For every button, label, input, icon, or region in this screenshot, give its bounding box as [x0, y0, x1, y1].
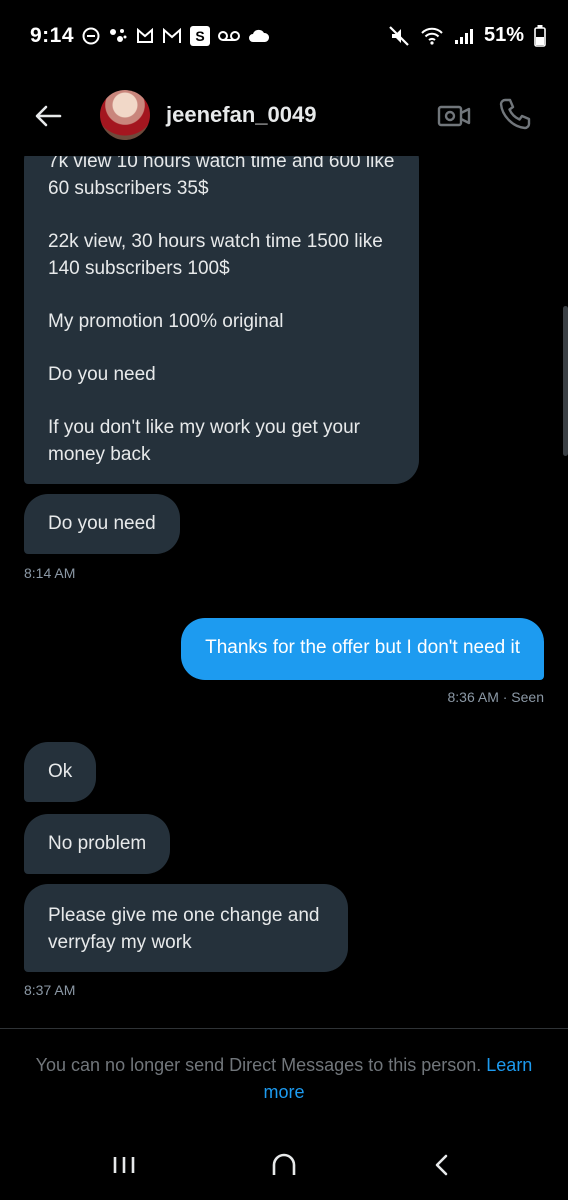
incoming-message[interactable]: 7k view 10 hours watch time and 600 like… [24, 156, 419, 484]
voicemail-icon [218, 30, 241, 42]
status-bar: 9:14 S 51% [0, 0, 568, 76]
home-icon [272, 1153, 296, 1175]
chevron-left-icon [435, 1154, 448, 1176]
assistant-icon [108, 27, 128, 45]
message-text: Please give me one change and verryfay m… [48, 905, 320, 953]
message-list[interactable]: 7k view 10 hours watch time and 600 like… [0, 156, 568, 1026]
message-timestamp: 8:36 AM · Seen [447, 689, 544, 705]
message-text: My promotion 100% original [48, 311, 284, 332]
battery-percent: 51% [483, 24, 524, 46]
message-text: If you don't like my work you get your m… [48, 417, 360, 465]
notice-text: You can no longer send Direct Messages t… [35, 1055, 482, 1075]
message-timestamp: 8:14 AM [24, 565, 76, 581]
message-text: No problem [48, 833, 147, 854]
back-nav-button[interactable] [422, 1148, 462, 1182]
incoming-message[interactable]: No problem [24, 814, 171, 874]
incoming-message[interactable]: Ok [24, 742, 97, 802]
navigation-bar [0, 1130, 568, 1200]
back-button[interactable] [30, 98, 66, 134]
avatar[interactable] [100, 90, 150, 140]
battery-icon [534, 24, 546, 47]
username[interactable]: jeenefan_0049 [166, 102, 316, 128]
mute-icon [388, 25, 410, 47]
message-text: Do you need [48, 513, 156, 534]
recent-apps-icon [113, 1157, 135, 1173]
video-call-button[interactable] [436, 98, 472, 134]
cloud-icon [248, 29, 270, 43]
scrollbar[interactable] [563, 306, 568, 456]
signal-icon [454, 27, 474, 45]
gmail-icon [162, 28, 182, 44]
notification-icon [136, 28, 154, 44]
message-text: Ok [48, 761, 73, 782]
message-text: 7k view 10 hours watch time and 600 like… [48, 156, 395, 199]
message-text: Thanks for the offer but I don't need it [205, 637, 520, 658]
message-text: Do you need [48, 364, 156, 385]
incoming-message[interactable]: Do you need [24, 494, 180, 554]
divider [0, 1028, 568, 1029]
s-app-icon: S [190, 26, 211, 46]
phone-icon [499, 98, 531, 130]
arrow-left-icon [35, 105, 62, 127]
do-not-disturb-icon [82, 27, 100, 45]
message-timestamp: 8:37 AM [24, 982, 76, 998]
wifi-icon [420, 26, 444, 46]
video-camera-icon [437, 105, 471, 127]
message-text: 22k view, 30 hours watch time 1500 like … [48, 231, 383, 279]
incoming-message[interactable]: Please give me one change and verryfay m… [24, 884, 348, 972]
status-time: 9:14 [30, 24, 75, 47]
conversation-header: jeenefan_0049 [0, 76, 568, 156]
voice-call-button[interactable] [497, 96, 533, 132]
home-button[interactable] [264, 1148, 304, 1182]
outgoing-message[interactable]: Thanks for the offer but I don't need it [181, 618, 544, 680]
recent-apps-button[interactable] [104, 1148, 144, 1182]
dm-restricted-notice: You can no longer send Direct Messages t… [20, 1052, 548, 1106]
